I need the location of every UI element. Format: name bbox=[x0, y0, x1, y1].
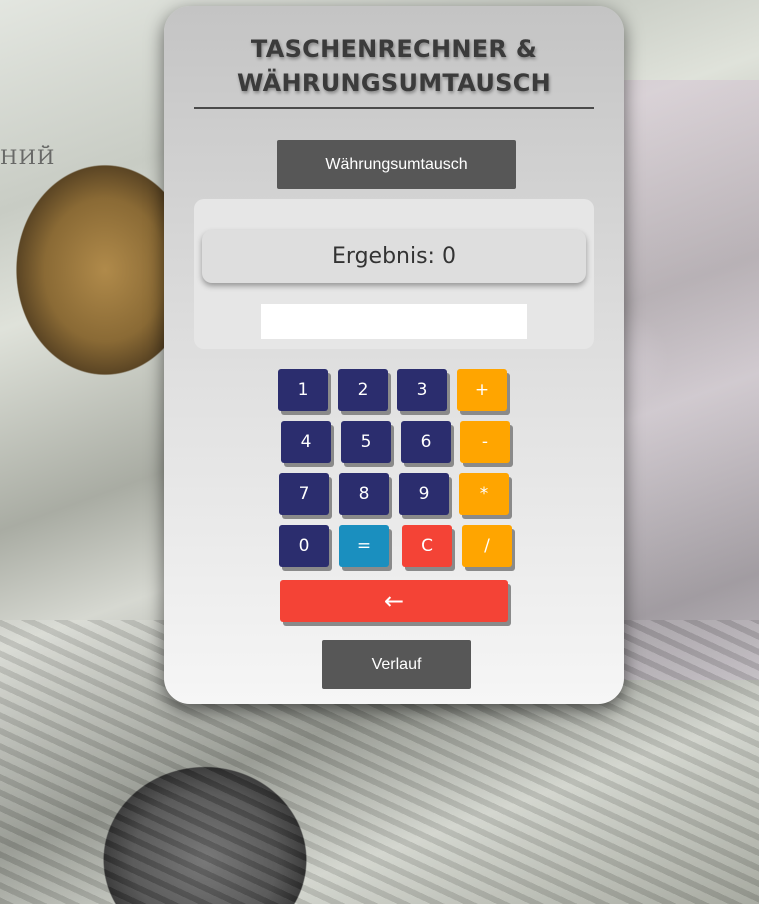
key-divide[interactable]: / bbox=[462, 525, 512, 567]
key-equals[interactable]: = bbox=[339, 525, 389, 567]
key-0[interactable]: 0 bbox=[279, 525, 329, 567]
currency-exchange-button[interactable]: Währungsumtausch bbox=[277, 140, 516, 189]
key-clear[interactable]: C bbox=[402, 525, 452, 567]
title-divider bbox=[194, 107, 594, 109]
key-9[interactable]: 9 bbox=[399, 473, 449, 515]
display-area: Ergebnis: 0 bbox=[194, 199, 594, 349]
key-1[interactable]: 1 bbox=[278, 369, 328, 411]
page-title: TASCHENRECHNER & WÄHRUNGSUMTAUSCH bbox=[236, 35, 552, 97]
calculator-input[interactable] bbox=[261, 304, 527, 339]
key-plus[interactable]: + bbox=[457, 369, 507, 411]
history-button[interactable]: Verlauf bbox=[322, 640, 471, 689]
result-display: Ergebnis: 0 bbox=[202, 230, 586, 283]
result-label: Ergebnis: bbox=[332, 244, 435, 269]
calculator-panel: TASCHENRECHNER & WÄHRUNGSUMTAUSCH Währun… bbox=[164, 6, 624, 704]
key-8[interactable]: 8 bbox=[339, 473, 389, 515]
key-6[interactable]: 6 bbox=[401, 421, 451, 463]
result-value: 0 bbox=[441, 244, 456, 269]
key-4[interactable]: 4 bbox=[281, 421, 331, 463]
key-3[interactable]: 3 bbox=[397, 369, 447, 411]
key-multiply[interactable]: * bbox=[459, 473, 509, 515]
key-5[interactable]: 5 bbox=[341, 421, 391, 463]
banknote-text: НИЙ bbox=[0, 145, 56, 169]
backspace-button[interactable]: ← bbox=[280, 580, 508, 622]
key-7[interactable]: 7 bbox=[279, 473, 329, 515]
key-minus[interactable]: - bbox=[460, 421, 510, 463]
key-2[interactable]: 2 bbox=[338, 369, 388, 411]
